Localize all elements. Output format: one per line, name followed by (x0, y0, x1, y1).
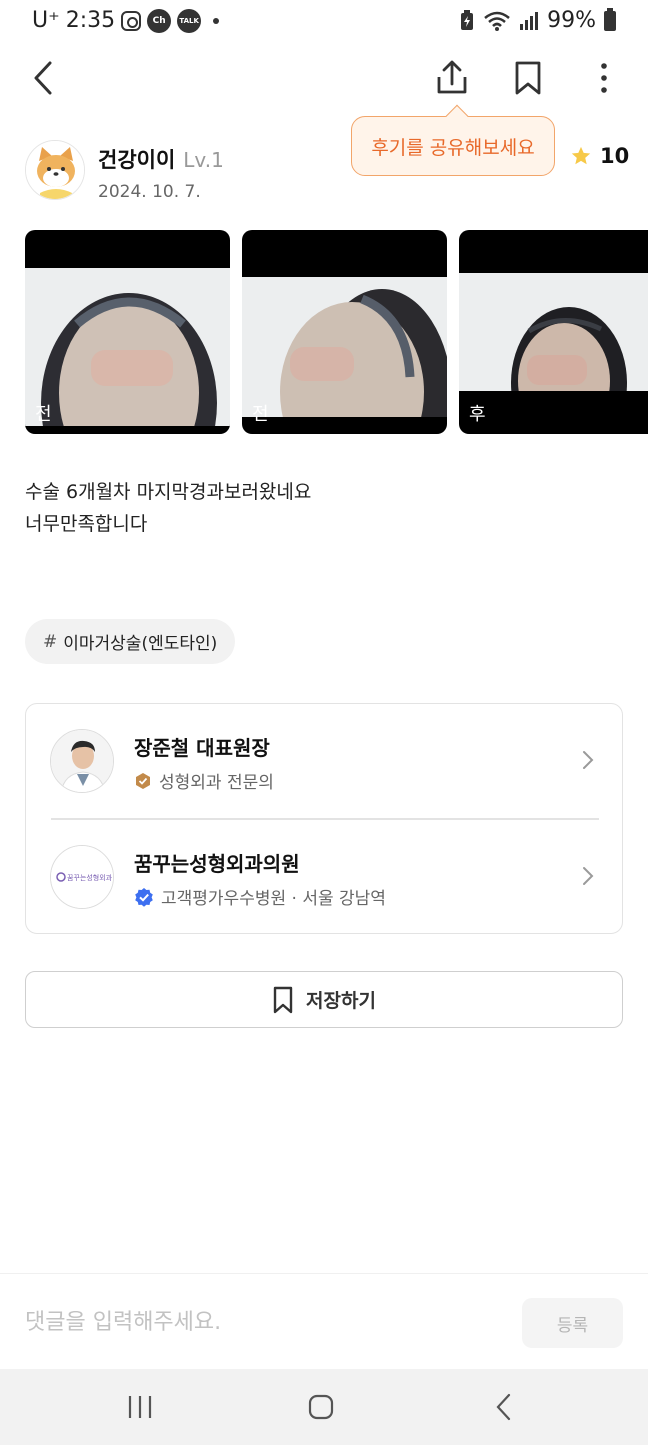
rating: 10 (570, 144, 629, 168)
notification-dot-icon (213, 17, 220, 24)
photo-image (459, 273, 648, 391)
app-header (0, 50, 648, 106)
instagram-icon (121, 10, 142, 31)
photo-image (25, 268, 230, 426)
review-line: 너무만족합니다 (25, 513, 148, 535)
status-right: 99% (459, 7, 616, 33)
procedure-tag[interactable]: # 이마거상술(엔도타인) (25, 619, 236, 664)
bookmark-icon (273, 986, 293, 1013)
photo-label: 전 (252, 404, 269, 425)
photo-label: 후 (469, 404, 486, 425)
home-button[interactable] (301, 1389, 341, 1425)
verified-badge-icon (135, 887, 153, 907)
clinic-row[interactable]: 꿈꾸는성형외과 꿈꾸는성형외과의원 고객평가우수병원 · 서울 강남역 (26, 820, 622, 934)
author-avatar[interactable] (25, 140, 85, 200)
doctor-photo-icon (51, 730, 113, 792)
review-line: 수술 6개월차 마지막경과보러왔네요 (25, 481, 312, 503)
clinic-logo: 꿈꾸는성형외과 (50, 845, 114, 909)
system-back-button[interactable] (484, 1389, 524, 1425)
kakaotalk-icon: TALK (177, 8, 202, 33)
photo-before-1[interactable]: 전 (25, 230, 230, 434)
chevron-right-icon (583, 751, 594, 769)
hexagon-badge-icon (136, 772, 150, 789)
clinic-detail-row: 고객평가우수병원 · 서울 강남역 (134, 884, 386, 909)
clinic-name: 꿈꾸는성형외과의원 (134, 852, 300, 876)
wifi-icon (484, 11, 510, 31)
back-arrow-icon (496, 1393, 511, 1421)
chevron-left-icon (34, 61, 52, 95)
channel-icon: Ch (147, 8, 172, 33)
photo-image (242, 277, 447, 417)
tooltip-text: 후기를 공유해보세요 (371, 136, 535, 159)
back-button[interactable] (22, 56, 66, 100)
battery-percent: 99% (547, 8, 596, 33)
carrier-label: U⁺ (32, 8, 60, 33)
status-left: U⁺ 2:35 Ch TALK (32, 8, 220, 33)
author-name: 건강이이 (98, 148, 176, 172)
home-icon (308, 1394, 334, 1420)
status-bar: U⁺ 2:35 Ch TALK 99% (0, 0, 648, 46)
comment-input[interactable] (25, 1298, 505, 1346)
battery-saver-icon (461, 9, 474, 30)
system-nav-bar (0, 1369, 648, 1445)
bookmark-button[interactable] (506, 56, 550, 100)
hash-symbol: # (43, 631, 58, 652)
battery-icon (604, 7, 616, 31)
star-icon (571, 146, 591, 165)
rating-value: 10 (600, 144, 630, 168)
clinic-logo-icon: 꿈꾸는성형외과 (51, 846, 113, 908)
photo-label: 전 (35, 404, 52, 425)
share-icon (437, 60, 467, 94)
share-button[interactable] (430, 56, 474, 100)
doctor-row[interactable]: 장준철 대표원장 성형외과 전문의 (26, 704, 622, 818)
photo-before-2[interactable]: 전 (242, 230, 447, 434)
tooltip-arrow (445, 104, 469, 128)
chevron-right-icon (583, 867, 594, 885)
doctor-specialty-row: 성형외과 전문의 (134, 768, 274, 793)
clinic-detail: 고객평가우수병원 · 서울 강남역 (161, 889, 386, 909)
review-body: 수술 6개월차 마지막경과보러왔네요 너무만족합니다 (25, 476, 311, 540)
save-button[interactable]: 저장하기 (25, 971, 623, 1028)
more-options-button[interactable] (582, 56, 626, 100)
post-date: 2024. 10. 7. (98, 182, 201, 202)
comment-bar: 등록 (0, 1273, 648, 1369)
recent-apps-button[interactable] (120, 1389, 160, 1425)
signal-icon (520, 11, 539, 30)
share-tooltip[interactable]: 후기를 공유해보세요 (351, 104, 555, 176)
submit-comment-button[interactable]: 등록 (522, 1298, 623, 1348)
save-button-label: 저장하기 (306, 990, 376, 1012)
tag-label: 이마거상술(엔도타인) (63, 634, 218, 654)
doctor-avatar (50, 729, 114, 793)
doctor-name: 장준철 대표원장 (134, 736, 270, 760)
more-vertical-icon (601, 63, 607, 93)
clock: 2:35 (65, 8, 116, 33)
author-level: Lv.1 (183, 148, 224, 172)
photo-after[interactable]: 후 (459, 230, 648, 434)
recent-apps-icon (128, 1396, 152, 1418)
doctor-specialty: 성형외과 전문의 (159, 773, 274, 793)
shiba-avatar-icon (26, 141, 84, 199)
author-name-row: 건강이이 Lv.1 (98, 144, 224, 174)
doctor-clinic-card: 장준철 대표원장 성형외과 전문의 꿈꾸는성형외과 꿈꾸는성형외과의원 고객평가… (25, 703, 623, 934)
bookmark-icon (515, 61, 541, 95)
clinic-logo-text: 꿈꾸는성형외과 (67, 873, 113, 882)
